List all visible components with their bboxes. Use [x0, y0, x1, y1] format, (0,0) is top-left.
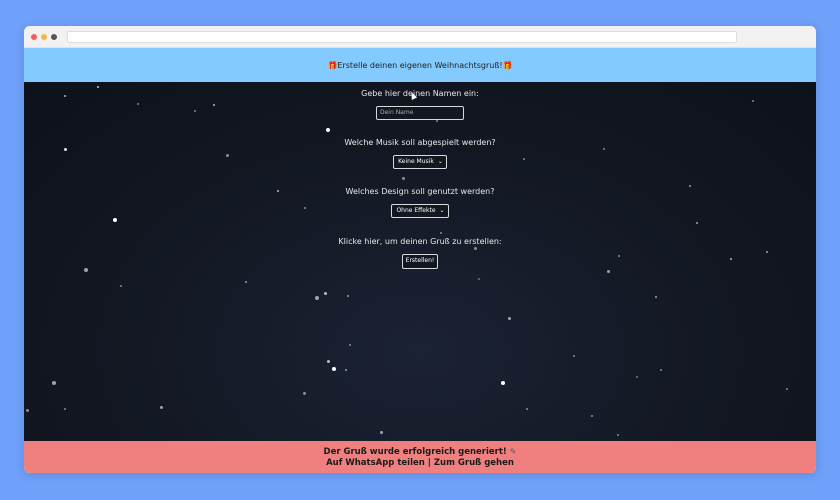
chevron-down-icon: ⌄: [437, 158, 443, 165]
view-greeting-link[interactable]: Zum Gruß gehen: [434, 458, 514, 468]
create-label: Klicke hier, um deinen Gruß zu erstellen…: [338, 237, 502, 246]
snowflake-dot: [660, 369, 662, 371]
greeting-form-area: Gebe hier deinen Namen ein: Dein Name We…: [24, 82, 816, 441]
snowflake-dot: [478, 278, 480, 280]
snowflake-dot: [591, 415, 593, 417]
snowflake-dot: [526, 408, 528, 410]
page-header: 🎁 Erstelle deinen eigenen Weihnachtsgruß…: [24, 48, 816, 82]
maximize-window-dot[interactable]: [51, 34, 57, 40]
snowflake-dot: [332, 367, 336, 371]
success-banner: Der Gruß wurde erfolgreich generiert! ✎ …: [24, 441, 816, 473]
snowflake-dot: [402, 177, 405, 180]
chevron-down-icon: ⌄: [439, 207, 445, 214]
link-separator: |: [427, 458, 431, 468]
create-button[interactable]: Erstellen!: [401, 254, 439, 269]
pencil-icon: ✎: [509, 447, 517, 456]
snowflake-dot: [303, 392, 306, 395]
browser-toolbar: [24, 26, 816, 48]
snowflake-dot: [696, 222, 698, 224]
action-links: Auf WhatsApp teilen | Zum Gruß gehen: [24, 458, 816, 469]
music-select[interactable]: Keine Musik ⌄: [393, 154, 447, 169]
snowflake-dot: [120, 285, 122, 287]
snowflake-dot: [440, 232, 442, 234]
snowflake-dot: [607, 270, 610, 273]
snowflake-dot: [573, 355, 575, 357]
name-label: Gebe hier deinen Namen ein:: [361, 89, 479, 98]
snowflake-dot: [508, 317, 511, 320]
snowflake-dot: [64, 408, 66, 410]
snowflake-dot: [436, 120, 438, 122]
design-select[interactable]: Ohne Effekte ⌄: [391, 203, 449, 218]
close-window-dot[interactable]: [31, 34, 37, 40]
snowflake-dot: [324, 292, 327, 295]
minimize-window-dot[interactable]: [41, 34, 47, 40]
snowflake-dot: [349, 344, 351, 346]
music-label: Welche Musik soll abgespielt werden?: [344, 138, 496, 147]
snowflake-dot: [97, 86, 99, 88]
create-section: Klicke hier, um deinen Gruß zu erstellen…: [24, 237, 816, 269]
page-title: Erstelle deinen eigenen Weihnachtsgruß!: [337, 60, 503, 70]
snowflake-dot: [52, 381, 56, 385]
music-section: Welche Musik soll abgespielt werden? Kei…: [24, 138, 816, 169]
snowflake-dot: [315, 296, 319, 300]
snowflake-dot: [160, 406, 163, 409]
snowflake-dot: [245, 281, 247, 283]
snowflake-dot: [113, 218, 117, 222]
name-input[interactable]: Dein Name: [376, 106, 464, 120]
snowflake-dot: [655, 296, 657, 298]
snowflake-dot: [380, 431, 383, 434]
whatsapp-share-link[interactable]: Auf WhatsApp teilen: [326, 458, 425, 468]
name-section: Gebe hier deinen Namen ein: Dein Name: [24, 89, 816, 120]
snowflake-dot: [347, 295, 349, 297]
gift-icon: 🎁: [502, 60, 513, 70]
gift-icon: 🎁: [327, 60, 338, 70]
snowflake-dot: [327, 360, 330, 363]
snowflake-dot: [26, 409, 29, 412]
design-label: Welches Design soll genutzt werden?: [345, 187, 495, 196]
snowflake-dot: [617, 434, 619, 436]
browser-window: 🎁 Erstelle deinen eigenen Weihnachtsgruß…: [24, 26, 816, 473]
snowflake-dot: [326, 128, 330, 132]
music-select-value: Keine Musik: [398, 158, 434, 165]
snowflake-dot: [786, 388, 788, 390]
design-select-value: Ohne Effekte: [396, 207, 436, 214]
snowflake-dot: [345, 369, 347, 371]
success-message: Der Gruß wurde erfolgreich generiert!: [323, 447, 507, 457]
design-section: Welches Design soll genutzt werden? Ohne…: [24, 187, 816, 218]
address-bar[interactable]: [67, 31, 737, 43]
snowflake-dot: [636, 376, 638, 378]
snowflake-dot: [501, 381, 505, 385]
success-line: Der Gruß wurde erfolgreich generiert! ✎: [24, 446, 816, 458]
